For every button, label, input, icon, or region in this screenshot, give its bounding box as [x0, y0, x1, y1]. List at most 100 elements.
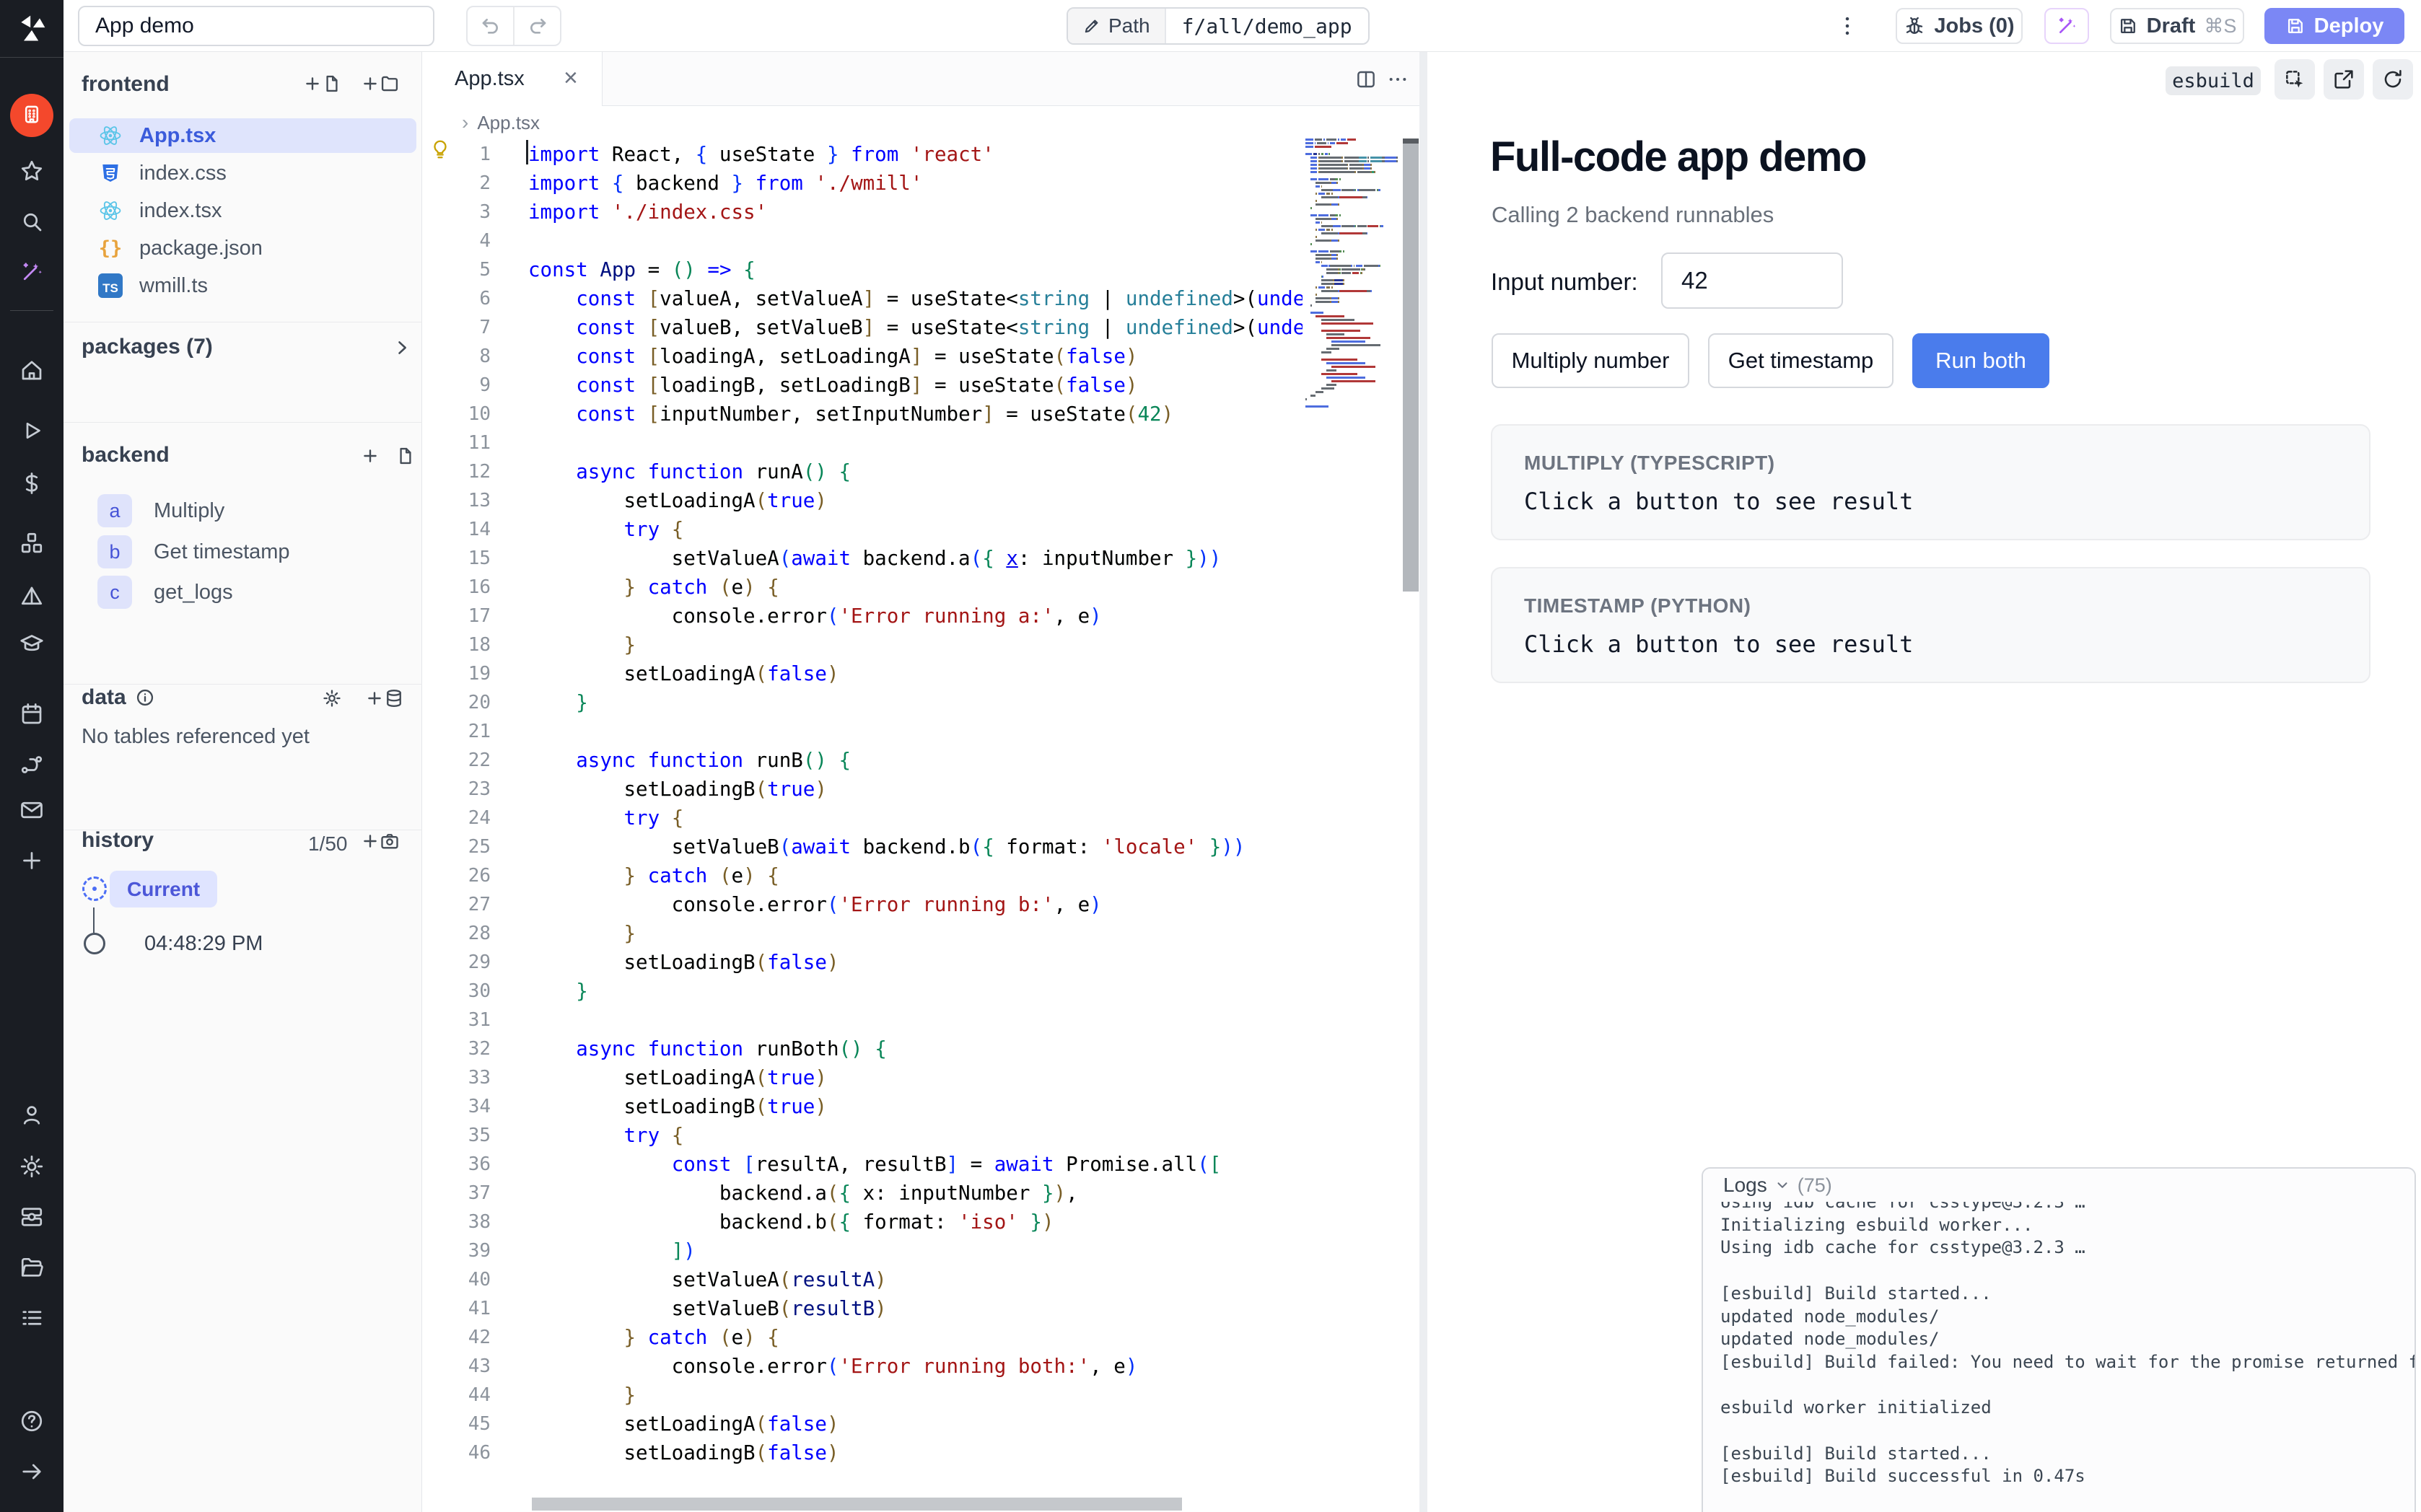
history-entry-time[interactable]: 04:48:29 PM — [144, 933, 263, 954]
code-line[interactable]: 6 const [valueA, setValueA] = useState<s… — [422, 284, 1303, 313]
code-line[interactable]: 12 async function runA() { — [422, 457, 1303, 486]
code-line[interactable]: 8 const [loadingA, setLoadingA] = useSta… — [422, 342, 1303, 371]
rail-item-collapse[interactable] — [0, 1450, 64, 1493]
split-editor-icon[interactable] — [1354, 68, 1378, 91]
logs-header[interactable]: Logs (75) — [1703, 1169, 2415, 1202]
backend-runnable-get-timestamp[interactable]: bGet timestamp — [69, 534, 416, 570]
add-runnable-button[interactable] — [361, 447, 380, 465]
code-line[interactable]: 1import React, { useState } from 'react' — [422, 140, 1303, 169]
code-line[interactable]: 33 setLoadingA(true) — [422, 1063, 1303, 1092]
rail-item-resources[interactable] — [0, 522, 64, 565]
add-folder-button[interactable] — [361, 74, 400, 94]
jobs-button[interactable]: Jobs (0) — [1896, 8, 2023, 44]
code-line[interactable]: 5const App = () => { — [422, 255, 1303, 284]
path-edit-button[interactable]: Path — [1068, 9, 1166, 43]
file-index-tsx[interactable]: index.tsx — [69, 193, 416, 228]
rail-item-home[interactable] — [0, 348, 64, 392]
backend-runnable-multiply[interactable]: aMultiply — [69, 493, 416, 529]
editor-more-icon[interactable] — [1386, 68, 1409, 91]
pane-divider[interactable] — [1419, 52, 1427, 1512]
code-line[interactable]: 25 setValueB(await backend.b({ format: '… — [422, 832, 1303, 861]
ai-assistant-button[interactable] — [2044, 8, 2089, 44]
input-number-field[interactable] — [1661, 252, 1843, 309]
rail-item-help[interactable] — [0, 1399, 64, 1443]
code-line[interactable]: 22 async function runB() { — [422, 746, 1303, 775]
code-line[interactable]: 14 try { — [422, 515, 1303, 544]
code-line[interactable]: 35 try { — [422, 1121, 1303, 1150]
rail-item-workers[interactable] — [0, 1195, 64, 1239]
code-line[interactable]: 19 setLoadingA(false) — [422, 659, 1303, 688]
code-line[interactable]: 37 backend.a({ x: inputNumber }), — [422, 1179, 1303, 1208]
rail-item-inbox[interactable] — [0, 788, 64, 832]
code-line[interactable]: 30 } — [422, 977, 1303, 1006]
code-line[interactable]: 21 — [422, 717, 1303, 746]
file-package-json[interactable]: {}package.json — [69, 231, 416, 265]
rail-item-search[interactable] — [0, 200, 64, 243]
rail-item-tutorials[interactable] — [0, 622, 64, 665]
packages-expand-chevron[interactable] — [392, 338, 412, 358]
code-line[interactable]: 27 console.error('Error running b:', e) — [422, 890, 1303, 919]
code-line[interactable]: 39 ]) — [422, 1236, 1303, 1265]
code-line[interactable]: 13 setLoadingA(true) — [422, 486, 1303, 515]
file-index-css[interactable]: index.css — [69, 156, 416, 190]
runnable-file-icon[interactable] — [395, 446, 416, 466]
rail-item-runs[interactable] — [0, 409, 64, 452]
refresh-preview-button[interactable] — [2373, 59, 2413, 100]
rail-item-workspace[interactable] — [0, 94, 64, 137]
code-line[interactable]: 38 backend.b({ format: 'iso' }) — [422, 1208, 1303, 1236]
app-name-input[interactable] — [78, 6, 434, 46]
rail-item-triggers[interactable] — [0, 575, 64, 618]
tab-close-icon[interactable]: × — [564, 52, 578, 106]
code-line[interactable]: 10 const [inputNumber, setInputNumber] =… — [422, 400, 1303, 428]
code-line[interactable]: 40 setValueA(resultA) — [422, 1265, 1303, 1294]
code-line[interactable]: 32 async function runBoth() { — [422, 1034, 1303, 1063]
code-line[interactable]: 11 — [422, 428, 1303, 457]
add-snapshot-button[interactable] — [361, 831, 400, 851]
backend-runnable-get_logs[interactable]: cget_logs — [69, 574, 416, 610]
code-line[interactable]: 17 console.error('Error running a:', e) — [422, 602, 1303, 630]
tab-app-tsx[interactable]: App.tsx × — [422, 52, 603, 106]
minimap[interactable] — [1303, 136, 1401, 1496]
code-line[interactable]: 3import './index.css' — [422, 198, 1303, 227]
data-settings-button[interactable] — [322, 688, 342, 708]
info-icon[interactable] — [135, 687, 155, 708]
code-line[interactable]: 43 console.error('Error running both:', … — [422, 1352, 1303, 1381]
packages-section-header[interactable]: packages (7) — [82, 335, 213, 359]
rail-item-audit-logs[interactable] — [0, 1296, 64, 1340]
code-line[interactable]: 24 try { — [422, 804, 1303, 832]
rail-item-ai-wand[interactable] — [0, 250, 64, 294]
add-file-button[interactable] — [303, 74, 342, 94]
code-line[interactable]: 36 const [resultA, resultB] = await Prom… — [422, 1150, 1303, 1179]
rail-item-account[interactable] — [0, 1094, 64, 1137]
vertical-scrollbar-thumb[interactable] — [1403, 139, 1419, 592]
code-line[interactable]: 18 } — [422, 630, 1303, 659]
code-line[interactable]: 29 setLoadingB(false) — [422, 948, 1303, 977]
more-menu-button[interactable] — [1833, 8, 1862, 44]
code-line[interactable]: 15 setValueA(await backend.a({ x: inputN… — [422, 544, 1303, 573]
rail-item-flows[interactable] — [0, 743, 64, 786]
preview-button-get-timestamp[interactable]: Get timestamp — [1708, 333, 1894, 388]
preview-button-multiply-number[interactable]: Multiply number — [1492, 333, 1689, 388]
rail-item-variables[interactable] — [0, 462, 64, 505]
code-line[interactable]: 7 const [valueB, setValueB] = useState<s… — [422, 313, 1303, 342]
rail-item-add[interactable] — [0, 839, 64, 882]
add-table-button[interactable] — [365, 688, 404, 708]
code-line[interactable]: 2import { backend } from './wmill' — [422, 169, 1303, 198]
code-line[interactable]: 34 setLoadingB(true) — [422, 1092, 1303, 1121]
horizontal-scrollbar-thumb[interactable] — [532, 1498, 1182, 1511]
rail-item-favorites[interactable] — [0, 149, 64, 193]
windmill-logo[interactable] — [0, 0, 64, 58]
path-control[interactable]: Path f/all/demo_app — [1067, 7, 1370, 45]
rail-item-folders[interactable] — [0, 1246, 64, 1289]
code-line[interactable]: 4 — [422, 227, 1303, 255]
rail-item-settings[interactable] — [0, 1145, 64, 1188]
lightbulb-icon[interactable] — [429, 139, 451, 160]
code-line[interactable]: 31 — [422, 1006, 1303, 1034]
preview-button-run-both[interactable]: Run both — [1912, 333, 2049, 388]
code-line[interactable]: 16 } catch (e) { — [422, 573, 1303, 602]
redo-button[interactable] — [515, 7, 560, 45]
code-line[interactable]: 28 } — [422, 919, 1303, 948]
code-line[interactable]: 9 const [loadingB, setLoadingB] = useSta… — [422, 371, 1303, 400]
file-App-tsx[interactable]: App.tsx — [69, 118, 416, 153]
code-line[interactable]: 44 } — [422, 1381, 1303, 1410]
